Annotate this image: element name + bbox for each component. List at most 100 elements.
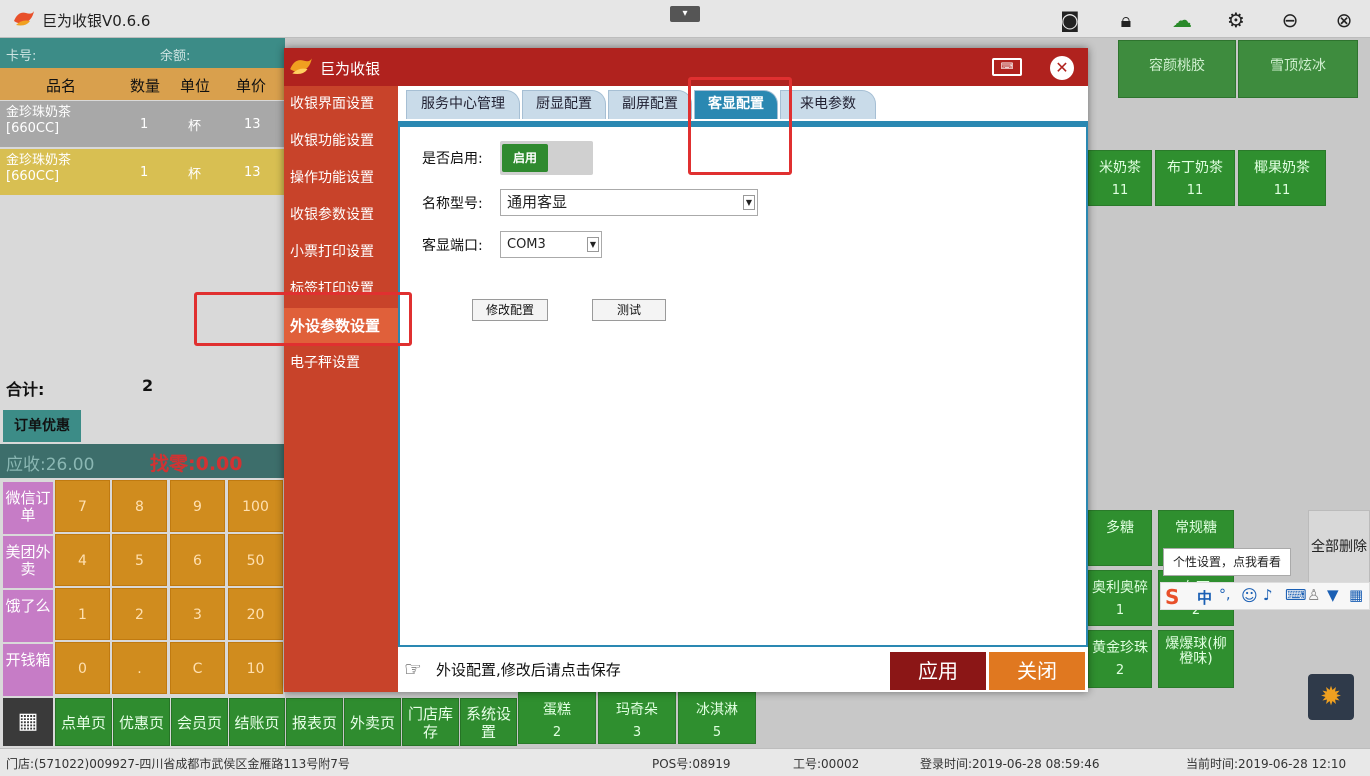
keypad-key[interactable]: 7 [55, 480, 110, 532]
modify-config-button[interactable]: 修改配置 [472, 299, 548, 321]
open-drawer-button[interactable]: 开钱箱 [3, 644, 53, 696]
settings-sidebar: 收银界面设置 收银功能设置 操作功能设置 收银参数设置 小票打印设置 标签打印设… [284, 86, 398, 692]
sidebar-item-parameter-settings[interactable]: 收银参数设置 [284, 197, 398, 233]
keypad-key[interactable]: 20 [228, 588, 283, 640]
ime-mode[interactable]: 中 [1197, 587, 1212, 608]
keypad-key[interactable]: 8 [112, 480, 167, 532]
topping-tile[interactable]: 奥利奥碎 1 [1088, 570, 1152, 626]
total-label: 合计: [6, 380, 45, 399]
product-tile[interactable]: 雪顶炫冰 [1238, 40, 1358, 98]
tab-secondary-screen[interactable]: 副屏配置 [608, 90, 692, 119]
punctuation-icon[interactable]: °, [1219, 587, 1230, 603]
minimize-icon[interactable]: ⊖ [1278, 8, 1302, 32]
sidebar-item-function-settings[interactable]: 收银功能设置 [284, 123, 398, 159]
lock-icon[interactable]: 🔒︎ [1114, 8, 1138, 32]
tab-service-center[interactable]: 服务中心管理 [406, 90, 520, 119]
nav-discount-page[interactable]: 优惠页 [113, 698, 170, 746]
enable-toggle[interactable]: 启用 [500, 141, 593, 175]
col-name: 品名 [46, 77, 77, 95]
product-tile[interactable]: 椰果奶茶 11 [1238, 150, 1326, 206]
port-label: 客显端口: [422, 238, 483, 254]
gear-icon[interactable]: ⚙ [1224, 8, 1248, 32]
wechat-order-button[interactable]: 微信订单 [3, 482, 53, 534]
nav-takeout-page[interactable]: 外卖页 [344, 698, 401, 746]
product-tile[interactable]: 冰淇淋 5 [678, 692, 756, 744]
nav-system-settings[interactable]: 系统设置 [460, 698, 517, 746]
item-spec: [660CC] [6, 169, 60, 184]
sidebar-item-scale[interactable]: 电子秤设置 [284, 345, 398, 381]
apply-button[interactable]: 应用 [890, 652, 986, 690]
model-select[interactable]: 通用客显 ▼ [500, 189, 758, 216]
sidebar-item-receipt-print[interactable]: 小票打印设置 [284, 234, 398, 270]
product-tile[interactable]: 容颜桃胶 [1118, 40, 1236, 98]
product-tile[interactable]: 玛奇朵 3 [598, 692, 676, 744]
port-select[interactable]: COM3 ▼ [500, 231, 602, 258]
topping-tile[interactable]: 黄金珍珠 2 [1088, 630, 1152, 688]
keypad-key[interactable]: 6 [170, 534, 225, 586]
store-info: 门店:(571022)009927-四川省成都市武侯区金雁路113号附7号 [6, 757, 350, 771]
topping-tile[interactable]: 爆爆球(柳橙味) [1158, 630, 1234, 688]
sidebar-item-operation-settings[interactable]: 操作功能设置 [284, 160, 398, 196]
order-discount-button[interactable]: 订单优惠 [3, 410, 81, 442]
product-tile[interactable]: 布丁奶茶 11 [1155, 150, 1235, 206]
app-logo-icon [290, 58, 312, 75]
delete-all-button[interactable]: 全部删除 [1308, 510, 1370, 590]
close-icon[interactable]: ⊗ [1332, 8, 1356, 32]
meituan-button[interactable]: 美团外卖 [3, 536, 53, 588]
keypad-key[interactable]: 3 [170, 588, 225, 640]
product-tile[interactable]: 蛋糕 2 [518, 692, 596, 744]
close-button[interactable]: 关闭 [989, 652, 1085, 690]
emoji-icon[interactable]: ☺ [1241, 586, 1258, 605]
col-qty: 数量 [130, 77, 161, 95]
keypad-key[interactable]: . [112, 642, 167, 694]
eleme-button[interactable]: 饿了么 [3, 590, 53, 642]
ime-toolbar[interactable]: S 中 °, ☺ ♪ ⌨ ♙ ▼ ▦ [1160, 582, 1370, 610]
keypad-key[interactable]: 100 [228, 480, 283, 532]
app-title: 巨为收银V0.6.6 [42, 12, 151, 30]
item-qty: 1 [140, 165, 149, 180]
current-time: 当前时间:2019-06-28 12:10 [1186, 757, 1347, 771]
keypad-key[interactable]: C [170, 642, 225, 694]
collapse-toggle[interactable]: ▾ [670, 6, 700, 22]
order-row[interactable]: 金珍珠奶茶 [660CC] 1 杯 13 [0, 149, 285, 195]
keypad-key[interactable]: 2 [112, 588, 167, 640]
test-button[interactable]: 测试 [592, 299, 666, 321]
sugar-option[interactable]: 多糖 [1088, 510, 1152, 566]
item-name: 金珍珠奶茶 [6, 153, 72, 168]
microphone-icon[interactable]: ♪ [1263, 586, 1273, 604]
model-label: 名称型号: [422, 196, 483, 212]
annotation-box-tab [688, 77, 792, 175]
nav-checkout-page[interactable]: 结账页 [229, 698, 285, 746]
nav-order-page[interactable]: 点单页 [55, 698, 112, 746]
grid-icon[interactable]: ▦ [1349, 586, 1363, 604]
nav-store-inventory[interactable]: 门店库存 [402, 698, 459, 746]
keypad-key[interactable]: 5 [112, 534, 167, 586]
cloud-sync-icon[interactable]: ☁ [1170, 8, 1194, 32]
keypad-key[interactable]: 9 [170, 480, 225, 532]
enable-label: 是否启用: [422, 151, 483, 167]
order-row[interactable]: 金珍珠奶茶 [660CC] 1 杯 13 [0, 101, 285, 147]
sidebar-item-ui-settings[interactable]: 收银界面设置 [284, 86, 398, 122]
app-logo-icon [14, 11, 34, 26]
grid-menu-icon[interactable]: ▦ [3, 698, 53, 746]
keypad-key[interactable]: 1 [55, 588, 110, 640]
nav-member-page[interactable]: 会员页 [171, 698, 228, 746]
keypad-key[interactable]: 10 [228, 642, 283, 694]
save-hint: 外设配置,修改后请点击保存 [436, 661, 621, 679]
keypad-key[interactable]: 4 [55, 534, 110, 586]
keyboard-icon[interactable]: ⌨ [1285, 586, 1307, 604]
nav-report-page[interactable]: 报表页 [286, 698, 343, 746]
dialog-close-icon[interactable]: ✕ [1050, 56, 1074, 80]
port-value: COM3 [507, 237, 546, 252]
product-tile[interactable]: 米奶茶 11 [1088, 150, 1152, 206]
tab-caller-id[interactable]: 来电参数 [780, 90, 876, 119]
camera-icon[interactable]: ◙ [1058, 8, 1082, 32]
settings-sun-icon[interactable]: ✹ [1308, 674, 1354, 720]
user-icon[interactable]: ♙ [1307, 586, 1320, 604]
keypad-key[interactable]: 50 [228, 534, 283, 586]
tab-kitchen-display[interactable]: 厨显配置 [522, 90, 606, 119]
keyboard-icon[interactable]: ⌨ [992, 58, 1022, 76]
model-value: 通用客显 [507, 193, 568, 211]
skin-icon[interactable]: ▼ [1327, 586, 1339, 604]
keypad-key[interactable]: 0 [55, 642, 110, 694]
